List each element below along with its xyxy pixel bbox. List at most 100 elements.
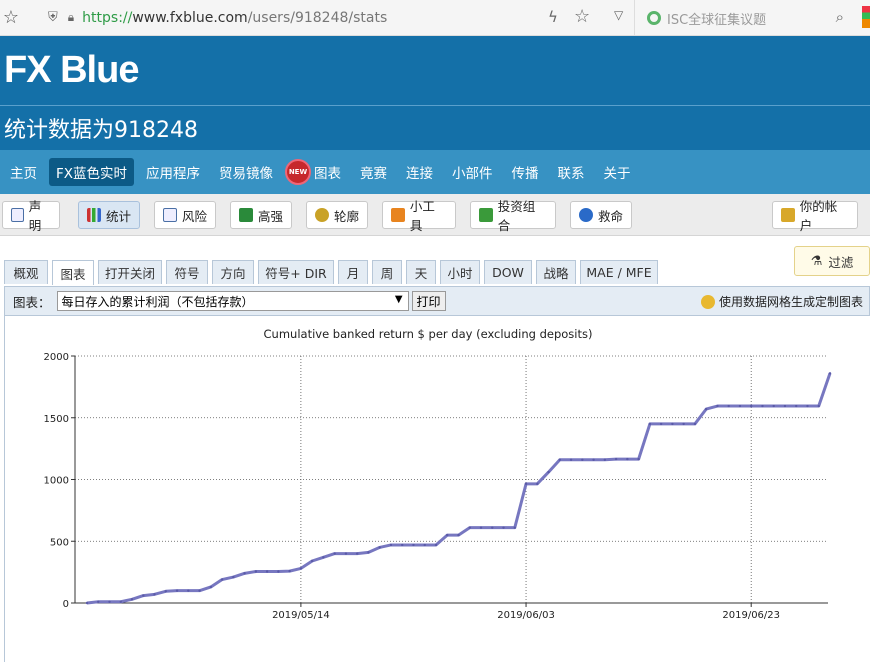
fxblue-logo[interactable]: FX Blue	[4, 49, 139, 92]
data-point	[423, 543, 426, 547]
data-point	[457, 533, 460, 537]
data-point	[716, 404, 719, 408]
x-tick-label: 2019/06/03	[497, 610, 555, 621]
tab-month[interactable]: 月	[338, 260, 368, 284]
nav-charts[interactable]: NEW 图表	[285, 155, 348, 189]
shield-icon[interactable]: ⛨	[48, 10, 58, 25]
nav-home[interactable]: 主页	[3, 158, 44, 186]
search-input[interactable]: ISC全球征集议题	[667, 9, 766, 28]
nav-about[interactable]: 关于	[597, 158, 638, 186]
nav-broadcast[interactable]: 传播	[505, 158, 546, 186]
data-point	[626, 457, 629, 461]
tab-charts[interactable]: 图表	[52, 260, 94, 285]
tab-dow[interactable]: DOW	[484, 260, 532, 284]
profile-label: 轮廓	[334, 208, 360, 224]
rss-icon	[391, 208, 405, 222]
data-point	[254, 570, 258, 573]
search-icon[interactable]: ⌕	[836, 8, 844, 26]
data-point	[130, 598, 134, 601]
statement-label: 声明	[28, 199, 42, 233]
data-point	[513, 526, 516, 529]
profile-icon	[315, 208, 329, 222]
data-point	[558, 458, 562, 461]
stats-button[interactable]: 统计	[78, 201, 140, 229]
nav-widgets[interactable]: 小部件	[445, 158, 500, 186]
portfolio-button[interactable]: 投资组合	[470, 199, 556, 233]
data-point	[344, 552, 348, 555]
chart-type-select[interactable]: 每日存入的累计利润（不包括存款） ▼	[56, 291, 409, 311]
chevron-down-icon[interactable]: ▽	[614, 8, 623, 22]
data-point	[220, 578, 224, 581]
bar-chart-icon	[87, 208, 101, 222]
risk-button[interactable]: 风险	[154, 201, 216, 229]
data-point	[704, 407, 708, 411]
data-point	[659, 422, 663, 426]
filter-button[interactable]: ⚗ 过滤	[794, 246, 870, 276]
tab-mae-mfe[interactable]: MAE / MFE	[580, 260, 658, 284]
data-point	[749, 404, 753, 408]
search-engine-icon	[647, 11, 661, 25]
grid-layer	[75, 355, 828, 603]
data-point	[479, 526, 483, 529]
widgets-button[interactable]: 小工具	[382, 199, 456, 233]
data-point	[232, 575, 235, 579]
data-point	[333, 552, 336, 555]
profile-button[interactable]: 轮廓	[306, 201, 368, 229]
data-point	[378, 546, 381, 549]
data-point	[389, 543, 393, 547]
nav-contact[interactable]: 联系	[551, 158, 592, 186]
widgets-label: 小工具	[409, 199, 435, 233]
tab-week[interactable]: 周	[372, 260, 402, 284]
tab-direction[interactable]: 方向	[212, 260, 254, 284]
wizard-icon	[700, 294, 715, 309]
custom-chart-link[interactable]: 使用数据网格生成定制图表	[700, 293, 863, 310]
tab-symbol-dir[interactable]: 符号+ DIR	[258, 260, 334, 284]
address-bar[interactable]: https://www.fxblue.com/users/918248/stat…	[82, 10, 387, 26]
data-point	[761, 404, 764, 408]
lightning-icon[interactable]: ϟ	[548, 8, 558, 26]
url-host: www.fxblue.com	[132, 9, 248, 26]
portfolio-label: 投资组合	[497, 199, 536, 233]
new-badge-icon: NEW	[285, 159, 312, 185]
nav-fxblue-live[interactable]: FX蓝色实时	[49, 158, 135, 186]
y-tick-label: 500	[50, 537, 69, 548]
browser-search[interactable]: ISC全球征集议题 ⌕	[634, 0, 850, 36]
help-button[interactable]: 救命	[570, 201, 632, 229]
document-icon	[11, 208, 24, 222]
nav-apps[interactable]: 应用程序	[139, 158, 207, 186]
y-tick-label: 1500	[44, 414, 69, 425]
axis-layer: 0 500 1000 1500 2000 2019/05/14 2019/06/03 2019…	[44, 352, 828, 621]
data-point	[108, 600, 111, 603]
data-point	[772, 404, 775, 408]
favorite-star-icon[interactable]: ☆	[574, 6, 590, 27]
tab-hour[interactable]: 小时	[440, 260, 480, 284]
y-tick-label: 2000	[44, 352, 69, 363]
tab-symbols[interactable]: 符号	[166, 260, 208, 284]
tab-day[interactable]: 天	[406, 260, 436, 284]
data-point	[614, 457, 618, 461]
x-tick-label: 2019/06/23	[722, 610, 780, 621]
statement-button[interactable]: 声明	[2, 199, 60, 233]
data-point	[806, 404, 809, 408]
tab-strategy[interactable]: 战略	[536, 260, 576, 284]
nav-connect[interactable]: 连接	[399, 158, 440, 186]
nav-charts-label: 图表	[314, 166, 342, 182]
data-point	[367, 551, 370, 554]
export-button[interactable]: 高强	[230, 201, 292, 229]
nav-trade-mirror[interactable]: 贸易镜像	[212, 158, 280, 186]
data-point	[175, 589, 179, 592]
lock-icon[interactable]: 🔒︎	[68, 10, 74, 25]
data-point	[446, 533, 449, 537]
url-path: /users/918248/stats	[247, 9, 388, 26]
nav-contests[interactable]: 竟赛	[353, 158, 394, 186]
tab-open-close[interactable]: 打开关闭	[98, 260, 162, 284]
extension-icon[interactable]	[862, 6, 870, 28]
dropdown-arrow-icon: ▼	[394, 294, 403, 305]
print-button[interactable]: 打印	[411, 291, 446, 311]
tab-overview[interactable]: 概观	[4, 260, 48, 284]
bookmark-star-icon[interactable]: ☆	[0, 7, 22, 28]
stats-tabs: 概观 图表 打开关闭 符号 方向 符号+ DIR 月 周 天 小时 DOW 战略…	[0, 236, 870, 285]
title-bar: 统计数据为918248	[0, 106, 870, 150]
data-point	[119, 600, 122, 603]
account-button[interactable]: 你的帐户	[772, 199, 858, 233]
